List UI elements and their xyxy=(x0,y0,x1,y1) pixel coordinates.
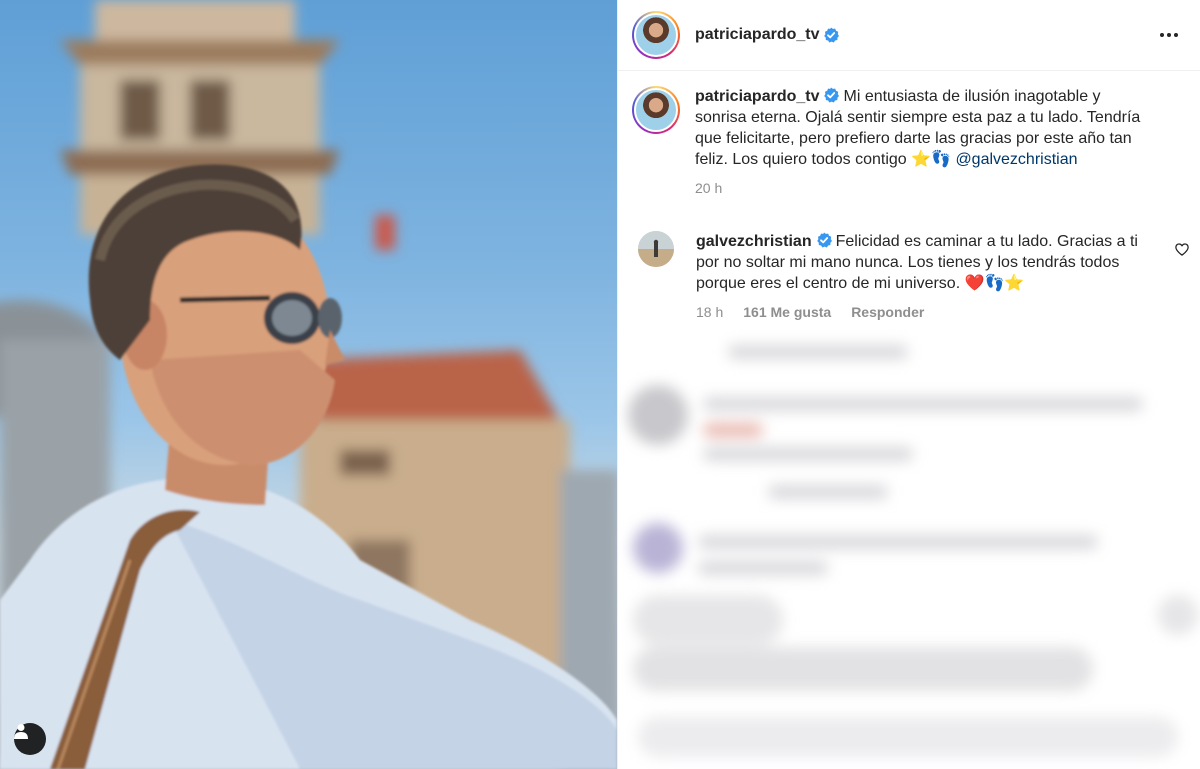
comment-likes-count[interactable]: 161 Me gusta xyxy=(743,302,831,323)
caption-avatar[interactable] xyxy=(632,86,680,134)
blurred-comments-area xyxy=(618,335,1200,769)
photo-illustration xyxy=(0,0,617,769)
comment-body: galvezchristian Felicidad es caminar a t… xyxy=(696,231,1156,323)
caption-mention-link[interactable]: @galvezchristian xyxy=(955,151,1077,168)
post-photo[interactable] xyxy=(0,0,617,769)
heart-outline-icon[interactable] xyxy=(1175,243,1189,256)
caption-meta: 20 h xyxy=(695,178,1145,199)
comment-item: galvezchristian Felicidad es caminar a t… xyxy=(618,231,1200,323)
caption-timestamp[interactable]: 20 h xyxy=(695,178,722,199)
post-header: patriciapardo_tv xyxy=(618,0,1200,71)
verified-badge-icon xyxy=(824,27,840,43)
post-side-panel: patriciapardo_tv patriciapardo_tv Mi ent… xyxy=(617,0,1200,769)
comment-reply-button[interactable]: Responder xyxy=(851,302,924,323)
caption-username[interactable]: patriciapardo_tv xyxy=(695,88,819,105)
comment-username[interactable]: galvezchristian xyxy=(696,233,812,250)
post-caption: patriciapardo_tv Mi entusiasta de ilusió… xyxy=(618,86,1200,199)
caption-body: patriciapardo_tv Mi entusiasta de ilusió… xyxy=(695,86,1145,199)
comment-avatar[interactable] xyxy=(638,231,674,267)
author-avatar[interactable] xyxy=(632,11,680,59)
verified-badge-icon xyxy=(824,87,840,103)
user-tag-button[interactable] xyxy=(14,723,46,755)
comment-timestamp[interactable]: 18 h xyxy=(696,302,723,323)
avatar-photo xyxy=(638,231,674,267)
author-name-block: patriciapardo_tv xyxy=(695,26,840,44)
person-tag-icon xyxy=(14,724,28,739)
comment-meta: 18 h 161 Me gusta Responder xyxy=(696,302,1156,323)
more-options-button[interactable] xyxy=(1154,27,1184,43)
author-username[interactable]: patriciapardo_tv xyxy=(695,26,819,44)
verified-badge-icon xyxy=(816,232,832,248)
more-options-icon xyxy=(1160,33,1164,37)
